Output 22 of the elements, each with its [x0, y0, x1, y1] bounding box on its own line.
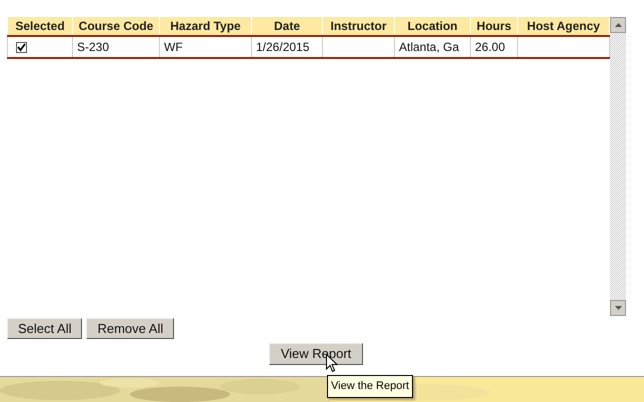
table-cell: WF	[164, 40, 183, 54]
scroll-up-button[interactable]	[610, 17, 626, 33]
table-cell: S-230	[77, 40, 110, 54]
column-header[interactable]: Location	[394, 17, 470, 36]
table-cell: 1/26/2015	[256, 40, 310, 54]
table-cell: 26.00	[475, 40, 506, 54]
action-button[interactable]: Select All	[7, 318, 82, 339]
action-button[interactable]: Remove All	[86, 318, 174, 339]
table-cell: Atlanta, Ga	[399, 40, 460, 54]
view-report-button[interactable]: View Report	[269, 342, 363, 365]
column-header[interactable]: Course Code	[72, 17, 160, 36]
column-header[interactable]: Instructor	[322, 17, 394, 36]
scroll-down-button[interactable]	[610, 300, 626, 316]
checkbox[interactable]	[16, 42, 27, 52]
scrollbar[interactable]	[610, 17, 626, 316]
up-arrow-icon	[614, 23, 622, 27]
column-header[interactable]: Selected	[8, 17, 72, 36]
tooltip: View the Report	[327, 375, 414, 398]
down-arrow-icon	[614, 306, 622, 310]
column-header[interactable]: Date	[252, 17, 322, 36]
column-header[interactable]: Hours	[470, 17, 518, 36]
column-header[interactable]: Hazard Type	[160, 17, 252, 36]
